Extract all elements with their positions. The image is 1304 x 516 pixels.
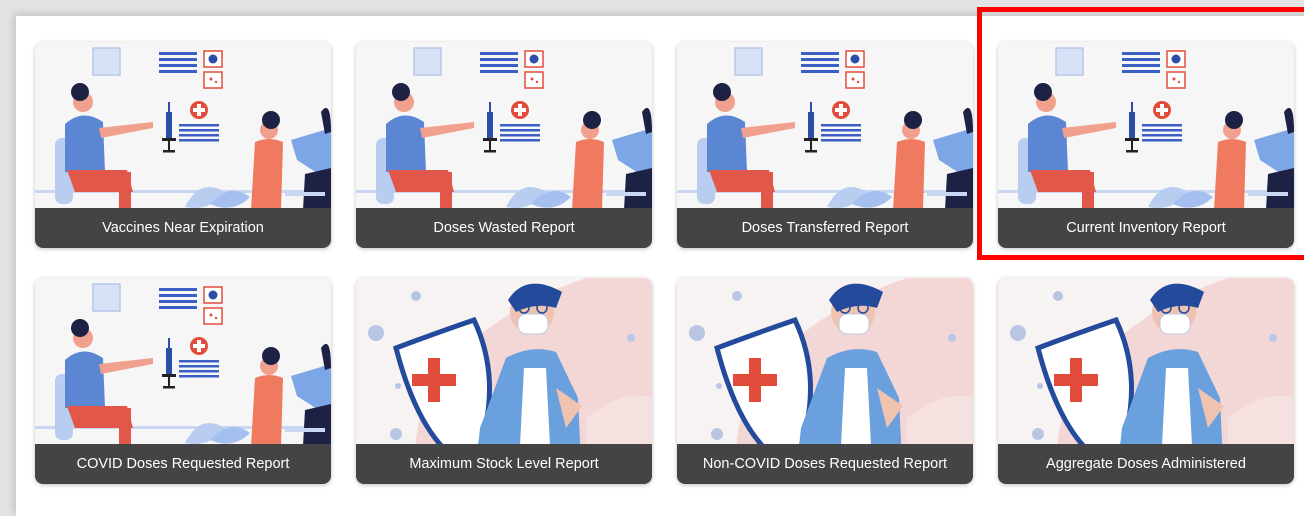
report-tile-doses-transferred[interactable]: Doses Transferred Report <box>677 42 973 248</box>
report-tile-label: COVID Doses Requested Report <box>35 444 331 484</box>
report-tile-vaccines-near-expiration[interactable]: Vaccines Near Expiration <box>35 42 331 248</box>
report-tile-label: Current Inventory Report <box>998 208 1294 248</box>
report-tile-covid-doses-requested[interactable]: COVID Doses Requested Report <box>35 278 331 484</box>
report-tile-label: Aggregate Doses Administered <box>998 444 1294 484</box>
report-tile-current-inventory[interactable]: Current Inventory Report <box>998 42 1294 248</box>
report-tile-aggregate-doses-administered[interactable]: Aggregate Doses Administered <box>998 278 1294 484</box>
report-tile-label: Doses Wasted Report <box>356 208 652 248</box>
report-tile-label: Non-COVID Doses Requested Report <box>677 444 973 484</box>
report-tile-label: Maximum Stock Level Report <box>356 444 652 484</box>
report-tile-non-covid-doses-requested[interactable]: Non-COVID Doses Requested Report <box>677 278 973 484</box>
report-tile-label: Doses Transferred Report <box>677 208 973 248</box>
report-tile-maximum-stock-level[interactable]: Maximum Stock Level Report <box>356 278 652 484</box>
report-tile-label: Vaccines Near Expiration <box>35 208 331 248</box>
report-tile-doses-wasted[interactable]: Doses Wasted Report <box>356 42 652 248</box>
